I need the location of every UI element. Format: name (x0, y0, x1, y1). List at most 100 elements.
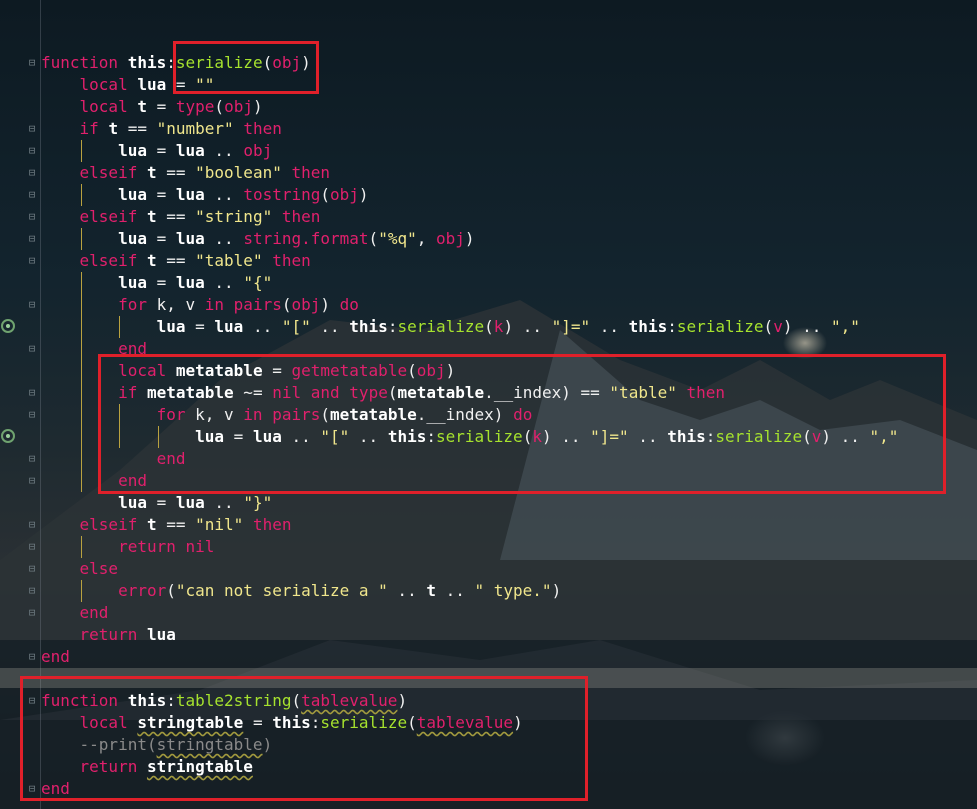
code-line[interactable]: lua = lua .. "}" (41, 492, 898, 514)
code-line[interactable]: function this:serialize(obj) (41, 52, 898, 74)
code-token: ( (320, 185, 331, 204)
code-token: = (146, 229, 176, 248)
fold-marker-icon[interactable]: ⊟ (27, 343, 37, 355)
string-token: " type." (474, 581, 552, 600)
fold-marker-icon[interactable]: ⊟ (27, 233, 37, 245)
code-line[interactable]: lua = lua .. tostring(obj) (41, 184, 898, 206)
code-line[interactable]: else (41, 558, 898, 580)
code-token: == (156, 515, 196, 534)
code-line[interactable]: end (41, 602, 898, 624)
code-line[interactable]: lua = lua .. "{" (41, 272, 898, 294)
code-token: this (628, 317, 668, 336)
code-line[interactable]: elseif t == "string" then (41, 206, 898, 228)
recursive-call-icon[interactable] (1, 319, 15, 333)
string-token: "can not serialize a " (175, 581, 388, 600)
code-token: lua (175, 185, 205, 204)
code-token: == (156, 251, 196, 270)
code-token: .. (243, 317, 282, 336)
fold-marker-icon[interactable]: ⊟ (27, 57, 37, 69)
code-token: : (667, 317, 677, 336)
code-line[interactable]: lua = lua .. obj (41, 140, 898, 162)
fold-marker-icon[interactable]: ⊟ (27, 519, 37, 531)
code-token: lua (214, 317, 244, 336)
fold-marker-icon[interactable]: ⊟ (27, 541, 37, 553)
code-line[interactable]: error("can not serialize a " .. t .. " t… (41, 580, 898, 602)
code-token: this (349, 317, 388, 336)
code-line[interactable]: local t = type(obj) (41, 96, 898, 118)
code-line[interactable]: local lua = "" (41, 74, 898, 96)
code-token: pairs (233, 295, 282, 314)
fold-marker-icon[interactable]: ⊟ (27, 167, 37, 179)
fold-marker-icon[interactable]: ⊟ (27, 585, 37, 597)
string-token: "nil" (195, 515, 244, 534)
indent-guide (80, 360, 82, 382)
string-token: "table" (195, 251, 263, 270)
fold-marker-icon[interactable]: ⊟ (27, 607, 37, 619)
code-line[interactable]: lua = lua .. string.format("%q", obj) (41, 228, 898, 250)
code-token: lua (175, 229, 205, 248)
code-token: lua (118, 273, 147, 292)
indent-guide (80, 294, 82, 316)
code-line[interactable]: for k, v in pairs(obj) do (41, 294, 898, 316)
fold-marker-icon[interactable]: ⊟ (27, 409, 37, 421)
highlight-box-table2string-function (20, 676, 588, 801)
code-token: = (146, 273, 176, 292)
code-token: type (175, 97, 215, 116)
fold-marker-icon[interactable]: ⊟ (27, 189, 37, 201)
code-token: error (118, 581, 167, 600)
code-token: ( (763, 317, 774, 336)
keyword-token: elseif (79, 251, 138, 270)
fold-marker-icon[interactable]: ⊟ (27, 475, 37, 487)
code-line[interactable]: if t == "number" then (41, 118, 898, 140)
code-token: t (146, 163, 157, 182)
code-token: obj (330, 185, 359, 204)
code-line[interactable]: elseif t == "table" then (41, 250, 898, 272)
fold-marker-icon[interactable]: ⊟ (27, 211, 37, 223)
fold-marker-icon[interactable]: ⊟ (27, 563, 37, 575)
code-token: = (146, 185, 176, 204)
code-line[interactable]: elseif t == "nil" then (41, 514, 898, 536)
keyword-token: in (204, 295, 225, 314)
indent-guide (80, 140, 82, 162)
fold-marker-icon[interactable]: ⊟ (27, 651, 37, 663)
fold-marker-icon[interactable]: ⊟ (27, 255, 37, 267)
fold-marker-icon[interactable]: ⊟ (27, 299, 37, 311)
code-line[interactable]: lua = lua .. "[" .. this:serialize(k) ..… (41, 316, 898, 338)
keyword-token: do (339, 295, 359, 314)
fold-marker-icon[interactable]: ⊟ (27, 123, 37, 135)
code-token: lua (118, 185, 147, 204)
fold-marker-icon[interactable]: ⊟ (27, 387, 37, 399)
recursive-call-icon[interactable] (1, 429, 15, 443)
code-token: ( (484, 317, 494, 336)
code-token: t (146, 207, 157, 226)
fold-marker-icon[interactable]: ⊟ (27, 145, 37, 157)
keyword-token: then (291, 163, 331, 182)
code-token: v (773, 317, 783, 336)
function-name-token: serialize (676, 317, 764, 336)
code-line[interactable]: return nil (41, 536, 898, 558)
keyword-token: return (79, 625, 138, 644)
keyword-token: local (79, 97, 128, 116)
fold-marker-icon[interactable]: ⊟ (27, 453, 37, 465)
code-line[interactable]: return lua (41, 624, 898, 646)
code-line[interactable]: end (41, 646, 898, 668)
code-line[interactable]: elseif t == "boolean" then (41, 162, 898, 184)
keyword-token: for (118, 295, 147, 314)
keyword-token: local (79, 75, 128, 94)
code-token: lua (175, 141, 205, 160)
code-token: = (146, 97, 176, 116)
code-token: k, v (146, 295, 205, 314)
